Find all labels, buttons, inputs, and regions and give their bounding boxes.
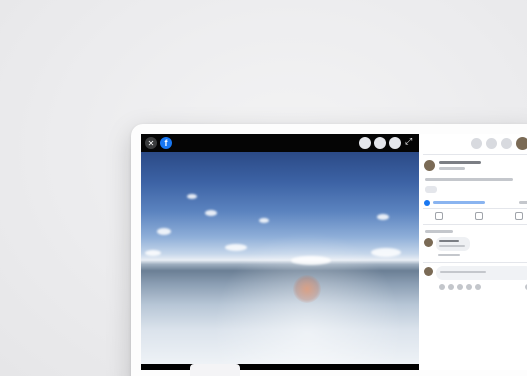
post-panel	[419, 134, 527, 370]
divider	[423, 224, 527, 225]
divider	[423, 262, 527, 263]
comment-actions-placeholder[interactable]	[438, 254, 460, 256]
zoom-in-icon[interactable]	[359, 137, 371, 149]
fullscreen-icon[interactable]: ⤢	[405, 136, 412, 147]
screen: ✕ f ⤢	[141, 134, 527, 370]
account-avatar[interactable]	[516, 137, 527, 150]
zoom-out-icon[interactable]	[374, 137, 386, 149]
comments-count-placeholder[interactable]	[519, 201, 527, 204]
comment-input[interactable]	[436, 266, 527, 280]
device-frame: ✕ f ⤢	[131, 124, 527, 376]
cloud	[145, 250, 161, 256]
photo-viewer: ✕ f ⤢	[141, 134, 419, 370]
caption-placeholder	[425, 178, 513, 181]
divider	[423, 208, 527, 209]
like-reaction-icon	[424, 200, 430, 206]
cloud	[157, 228, 171, 235]
sticker-icon[interactable]	[466, 284, 472, 290]
viewer-toolbar: ✕ f ⤢	[141, 134, 419, 152]
cloud	[291, 256, 331, 265]
ocean-photo	[141, 152, 419, 364]
author-name-placeholder[interactable]	[439, 161, 481, 164]
post-time-placeholder	[439, 167, 465, 170]
commenter-name-placeholder[interactable]	[439, 240, 459, 242]
gif-icon[interactable]	[457, 284, 463, 290]
close-icon[interactable]: ✕	[145, 137, 157, 149]
cloud	[187, 194, 197, 199]
lens-flare	[293, 275, 321, 303]
camera-icon[interactable]	[448, 284, 454, 290]
avatar-sticker-icon[interactable]	[475, 284, 481, 290]
notifications-icon[interactable]	[501, 138, 512, 149]
comment-placeholder	[440, 271, 486, 273]
device-stand	[190, 364, 240, 376]
menu-grid-icon[interactable]	[471, 138, 482, 149]
comment-bubble	[436, 237, 470, 251]
messenger-icon[interactable]	[486, 138, 497, 149]
like-icon[interactable]	[435, 212, 443, 220]
see-translation-button[interactable]	[425, 186, 437, 193]
emoji-icon[interactable]	[439, 284, 445, 290]
comment-text-placeholder	[439, 245, 465, 247]
current-user-avatar	[424, 267, 433, 276]
author-avatar[interactable]	[424, 160, 435, 171]
cloud	[205, 210, 217, 216]
comment-icon[interactable]	[475, 212, 483, 220]
share-icon[interactable]	[515, 212, 523, 220]
comment-filter-placeholder[interactable]	[425, 230, 453, 233]
tag-icon[interactable]	[389, 137, 401, 149]
commenter-avatar[interactable]	[424, 238, 433, 247]
cloud	[371, 248, 401, 257]
reactions-summary-placeholder[interactable]	[433, 201, 485, 204]
cloud	[377, 214, 389, 220]
divider	[423, 154, 527, 155]
cloud	[225, 244, 247, 251]
cloud	[259, 218, 269, 223]
facebook-logo-icon[interactable]: f	[160, 137, 172, 149]
